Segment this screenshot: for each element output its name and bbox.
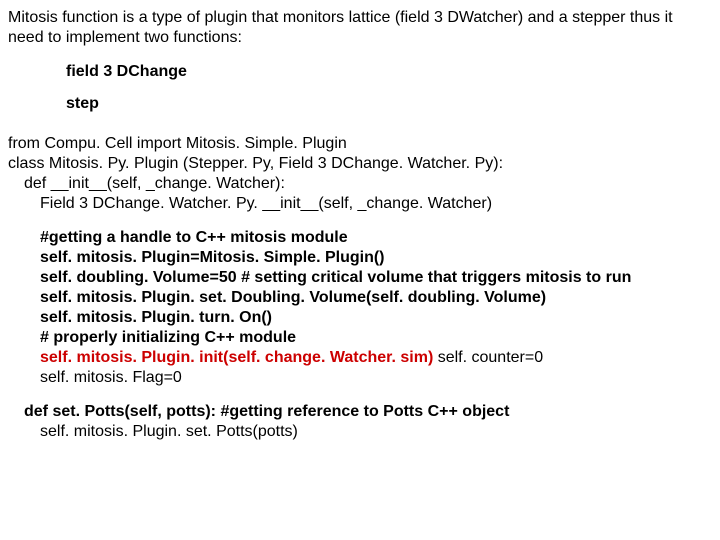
- code-line: Field 3 DChange. Watcher. Py. __init__(s…: [8, 194, 712, 214]
- code-line: from Compu. Cell import Mitosis. Simple.…: [8, 134, 712, 154]
- code-line: self. mitosis. Plugin. turn. On(): [8, 308, 712, 328]
- code-line: def __init__(self, _change. Watcher):: [8, 174, 712, 194]
- code-line: def set. Potts(self, potts): #getting re…: [8, 402, 712, 422]
- code-line: self. mitosis. Flag=0: [8, 368, 712, 388]
- code-text-highlight: self. mitosis. Plugin. init(self. change…: [40, 349, 433, 366]
- code-line: self. mitosis. Plugin. set. Doubling. Vo…: [8, 288, 712, 308]
- code-line: #getting a handle to C++ mitosis module: [8, 228, 712, 248]
- intro-text: Mitosis function is a type of plugin tha…: [8, 8, 712, 48]
- code-line: self. mitosis. Plugin=Mitosis. Simple. P…: [8, 248, 712, 268]
- code-line: self. doubling. Volume=50 # setting crit…: [8, 268, 712, 288]
- code-line: # properly initializing C++ module: [8, 328, 712, 348]
- function-field3dchange: field 3 DChange: [66, 62, 712, 82]
- function-step: step: [66, 94, 712, 114]
- code-line: self. mitosis. Plugin. set. Potts(potts): [8, 422, 712, 442]
- code-text: self. counter=0: [433, 349, 543, 366]
- code-block: from Compu. Cell import Mitosis. Simple.…: [8, 134, 712, 442]
- code-line: class Mitosis. Py. Plugin (Stepper. Py, …: [8, 154, 712, 174]
- function-list: field 3 DChange step: [8, 62, 712, 114]
- code-line: self. mitosis. Plugin. init(self. change…: [8, 348, 712, 368]
